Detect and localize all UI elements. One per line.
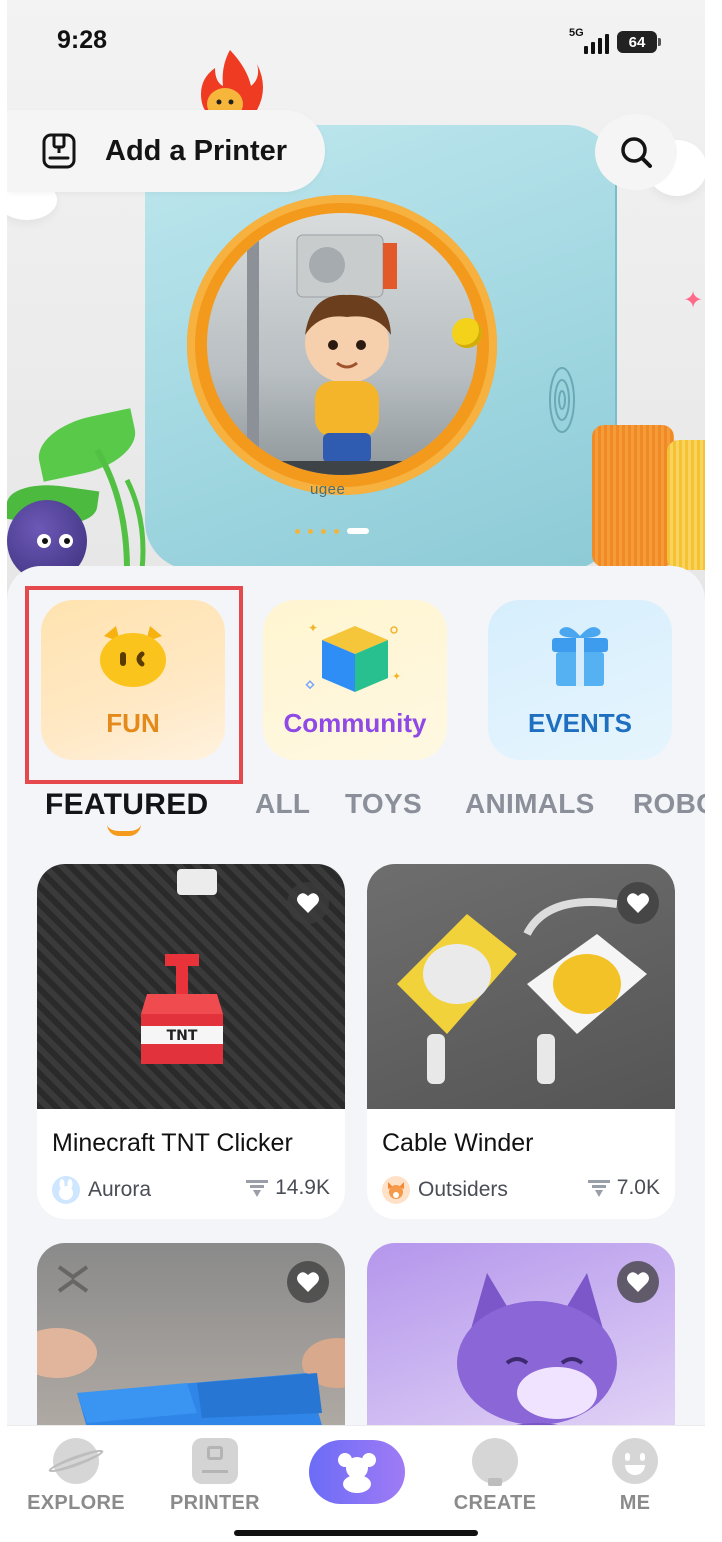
cable-winder-model [397,898,647,1084]
model-title: Minecraft TNT Clicker [52,1129,293,1157]
selection-highlight [25,586,243,784]
smiley-face-icon [612,1438,658,1484]
plant-stem [94,448,146,570]
cellular-signal-icon: 5G [569,27,609,54]
avatar [52,1176,80,1204]
nav-explore[interactable]: EXPLORE [16,1434,136,1515]
favorite-button[interactable] [287,882,329,924]
carousel-dot[interactable] [295,528,300,534]
brand-watermark-icon [57,1265,89,1293]
favorite-button[interactable] [617,1261,659,1303]
tab-all[interactable]: ALL [255,788,310,820]
svg-text:✦: ✦ [392,670,401,683]
nav-explore-label: EXPLORE [27,1492,125,1514]
download-icon [246,1180,269,1197]
nav-home[interactable] [309,1440,405,1504]
sparkle-icon: ✦ [683,287,704,314]
svg-text:TNT: TNT [167,1028,198,1044]
bottom-navigation: EXPLORE PRINTER CREATE ME [7,1425,705,1542]
tab-animals[interactable]: ANIMALS [465,788,595,820]
bear-icon [338,1453,376,1493]
carousel-indicator[interactable] [295,528,369,534]
author-name: Outsiders [418,1178,508,1201]
active-tab-indicator [107,824,141,836]
nav-me[interactable]: ME [575,1434,695,1515]
status-time: 9:28 [57,26,108,54]
orange-filament-spool [592,425,674,567]
add-printer-label: Add a Printer [105,134,288,167]
nav-create-label: CREATE [453,1492,537,1514]
nav-printer-label: PRINTER [170,1492,260,1514]
boy-figurine-illustration [247,213,417,475]
printer-brand-label: ugee [310,481,346,498]
content-panel: FUN ✦ ✦ Community EVENTS FEATURED ALL TO… [7,566,705,1542]
category-community-label: Community [283,708,427,738]
bunny-avatar-icon [59,1179,73,1200]
search-icon [621,137,652,168]
cube-icon: ✦ ✦ [305,621,401,692]
status-indicators: 5G 64 [569,27,661,54]
category-tabs: FEATURED ALL TOYS ANIMALS ROBO [45,788,705,848]
app-screen: ugee ✦ 9:28 5G 64 Add a Printer FUN ✦ ✦ … [7,0,705,1542]
model-card[interactable]: Cable Winder Outsiders 7.0K [367,864,675,1219]
speaker-vent [549,367,575,433]
battery-level: 64 [628,33,646,51]
hero-banner[interactable]: ugee ✦ 9:28 5G 64 Add a Printer [7,0,705,610]
carousel-dot-active[interactable] [347,528,369,534]
search-button[interactable] [595,114,677,190]
model-card[interactable]: TNT Minecraft TNT Clicker Aurora 14.9K [37,864,345,1219]
model-author[interactable]: Aurora [52,1176,151,1204]
category-events[interactable]: EVENTS [488,600,672,760]
download-count: 14.9K [245,1176,330,1200]
download-count: 7.0K [587,1176,660,1200]
category-community[interactable]: ✦ ✦ Community [263,600,447,760]
nav-create[interactable]: CREATE [435,1434,555,1515]
carousel-dot[interactable] [321,528,326,534]
nav-me-label: ME [619,1492,651,1514]
planet-icon [47,1438,105,1484]
heart-icon [297,1272,319,1292]
carousel-dot[interactable] [308,528,313,534]
model-author[interactable]: Outsiders [382,1176,508,1204]
category-events-label: EVENTS [527,708,633,738]
add-printer-button[interactable]: Add a Printer [7,110,325,192]
printer-knob [452,318,482,348]
heart-icon [627,893,649,913]
tab-toys[interactable]: TOYS [345,788,422,820]
avatar [382,1176,410,1204]
tnt-block-model: TNT [141,954,223,1064]
fox-avatar-icon [388,1182,404,1199]
carousel-dot[interactable] [334,528,339,534]
tab-featured[interactable]: FEATURED [45,788,209,822]
author-name: Aurora [88,1178,152,1201]
tab-robo[interactable]: ROBO [633,788,705,820]
nav-printer[interactable]: PRINTER [155,1434,275,1515]
favorite-button[interactable] [287,1261,329,1303]
printer-icon [192,1438,238,1484]
home-indicator[interactable] [234,1530,478,1536]
download-count-value: 7.0K [616,1176,660,1199]
gift-icon [552,627,608,686]
heart-icon [297,893,319,913]
printer-add-icon [42,133,76,169]
yellow-filament-spool [667,440,705,570]
heart-icon [627,1272,649,1292]
model-title: Cable Winder [382,1129,534,1157]
svg-text:✦: ✦ [308,621,318,635]
battery-icon: 64 [617,31,661,53]
lightbulb-icon [472,1438,518,1486]
printer-window [207,213,477,475]
download-count-value: 14.9K [275,1176,330,1199]
favorite-button[interactable] [617,882,659,924]
network-type: 5G [569,27,584,39]
download-icon [587,1180,610,1197]
